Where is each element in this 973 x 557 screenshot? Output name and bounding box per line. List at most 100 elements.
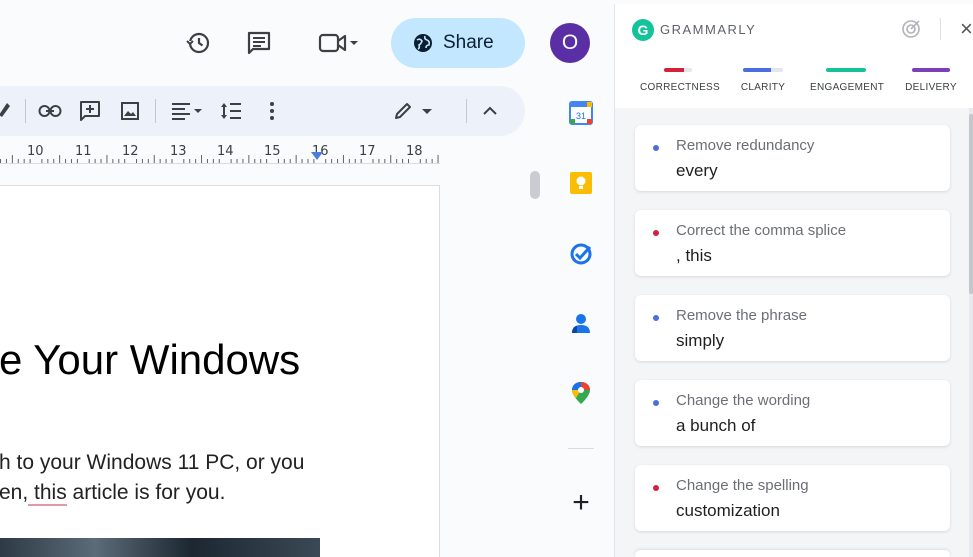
ruler-number: 14 <box>217 144 234 159</box>
suggestion-title: Change the wording <box>676 392 811 409</box>
suggestion-title: Remove the phrase <box>676 307 807 324</box>
document-paragraph-line[interactable]: h to your Windows 11 PC, or you <box>0 451 304 475</box>
scrollbar-thumb[interactable] <box>530 171 540 199</box>
document-canvas: e Your Windows h to your Windows 11 PC, … <box>0 165 548 557</box>
collapse-icon[interactable] <box>478 97 502 125</box>
category-label: ENGAGEMENT <box>810 82 885 93</box>
align-icon[interactable] <box>166 97 208 125</box>
add-comment-icon[interactable] <box>77 97 103 125</box>
maps-icon[interactable] <box>568 380 594 406</box>
plus-glyph: + <box>572 486 590 519</box>
ruler-number: 15 <box>264 144 281 159</box>
category-label: CORRECTNESS <box>640 82 720 93</box>
ruler-number: 17 <box>359 144 376 159</box>
suggestion-title: Remove redundancy <box>676 137 815 154</box>
rail-divider <box>568 448 594 449</box>
calendar-icon[interactable]: 31 <box>568 100 594 126</box>
grammarly-logo-icon: G <box>632 19 654 41</box>
text-span: en, <box>0 481 29 504</box>
ruler-number: 13 <box>170 144 187 159</box>
suggestion-card[interactable]: Correct the comma splice , this <box>635 210 950 276</box>
history-icon[interactable] <box>180 25 216 61</box>
horizontal-ruler[interactable]: 10 11 12 13 14 15 16 17 18 <box>0 142 440 164</box>
suggestion-text: every <box>676 161 718 180</box>
category-bar-fill <box>912 68 950 72</box>
severity-dot <box>653 315 659 321</box>
suggestion-card[interactable]: Change the wording a bunch of <box>635 380 950 446</box>
suggestion-text: customization <box>676 501 780 520</box>
toolbar-divider <box>155 99 156 123</box>
document-image[interactable] <box>0 538 320 557</box>
ruler-number: 11 <box>75 144 92 159</box>
close-icon[interactable]: × <box>960 16 973 42</box>
document-heading[interactable]: e Your Windows <box>0 336 300 384</box>
category-engagement[interactable]: ENGAGEMENT <box>810 68 885 93</box>
ruler-number: 18 <box>406 144 423 159</box>
link-icon[interactable] <box>37 97 63 125</box>
right-indent-marker[interactable] <box>311 152 323 160</box>
grammarly-panel: G GRAMMARLY × CORRECTNESS CLARITY ENGAGE… <box>614 4 973 557</box>
goals-icon[interactable] <box>901 19 921 44</box>
chevron-down-icon <box>422 109 432 114</box>
plus-icon[interactable]: + <box>568 486 594 519</box>
formatting-toolbar <box>0 86 525 136</box>
more-icon[interactable] <box>262 97 282 125</box>
category-label: DELIVERY <box>905 82 957 93</box>
category-bar-fill <box>743 68 771 72</box>
panel-scrollbar-thumb[interactable] <box>969 114 973 294</box>
share-button[interactable]: Share <box>391 18 525 68</box>
chevron-down-icon[interactable] <box>348 37 360 49</box>
document-page[interactable]: e Your Windows h to your Windows 11 PC, … <box>0 185 440 557</box>
meet-icon[interactable] <box>311 25 367 61</box>
suggestion-text: a bunch of <box>676 416 756 435</box>
close-glyph: × <box>960 16 973 41</box>
suggestion-text: simply <box>676 331 725 350</box>
category-bar-fill <box>826 68 866 72</box>
globe-icon <box>414 34 432 52</box>
severity-dot <box>653 400 659 406</box>
header-divider <box>940 18 941 40</box>
keep-icon[interactable] <box>568 170 594 196</box>
toolbar-divider <box>25 99 26 123</box>
category-correctness[interactable]: CORRECTNESS <box>640 68 720 93</box>
side-panel-rail: 31 + <box>548 86 614 557</box>
severity-dot <box>653 485 659 491</box>
logo-letter: G <box>637 22 649 38</box>
grammarly-underline[interactable]: this <box>28 481 67 506</box>
suggestion-text: , this <box>676 246 712 265</box>
chevron-down-icon <box>194 109 202 113</box>
suggestion-title: Correct the comma splice <box>676 222 847 239</box>
severity-dot <box>653 145 659 151</box>
toolbar-divider <box>466 99 467 123</box>
contacts-icon[interactable] <box>568 310 594 336</box>
ruler-number: 12 <box>122 144 139 159</box>
image-icon[interactable] <box>117 97 143 125</box>
line-spacing-icon[interactable] <box>218 97 244 125</box>
category-bar <box>826 68 866 72</box>
share-label: Share <box>443 32 494 53</box>
category-clarity[interactable]: CLARITY <box>729 68 797 93</box>
ruler-number: 10 <box>27 144 44 159</box>
category-bar <box>743 68 783 72</box>
grammarly-header: G GRAMMARLY × CORRECTNESS CLARITY ENGAGE… <box>615 4 973 108</box>
comments-icon[interactable] <box>241 25 277 61</box>
suggestion-title: Change the spelling <box>676 477 809 494</box>
avatar[interactable]: O <box>550 23 590 63</box>
category-bar <box>664 68 692 72</box>
tasks-icon[interactable] <box>568 241 594 267</box>
document-paragraph-line[interactable]: en, this article is for you. <box>0 481 225 506</box>
suggestion-card[interactable]: Remove redundancy every <box>635 125 950 191</box>
category-bar <box>912 68 950 72</box>
docs-topbar: Share O <box>0 0 590 86</box>
paint-format-icon[interactable] <box>0 97 12 125</box>
category-delivery[interactable]: DELIVERY <box>905 68 957 93</box>
category-bar-fill <box>664 68 684 72</box>
app-window: Share O 10 11 12 13 14 15 16 17 18 e You… <box>0 0 973 557</box>
suggestion-card[interactable] <box>635 550 950 557</box>
edit-mode-icon[interactable] <box>389 97 437 125</box>
avatar-initial: O <box>561 31 579 54</box>
severity-dot <box>653 230 659 236</box>
suggestion-card[interactable]: Change the spelling customization <box>635 465 950 531</box>
category-label: CLARITY <box>740 82 786 93</box>
suggestion-card[interactable]: Remove the phrase simply <box>635 295 950 361</box>
